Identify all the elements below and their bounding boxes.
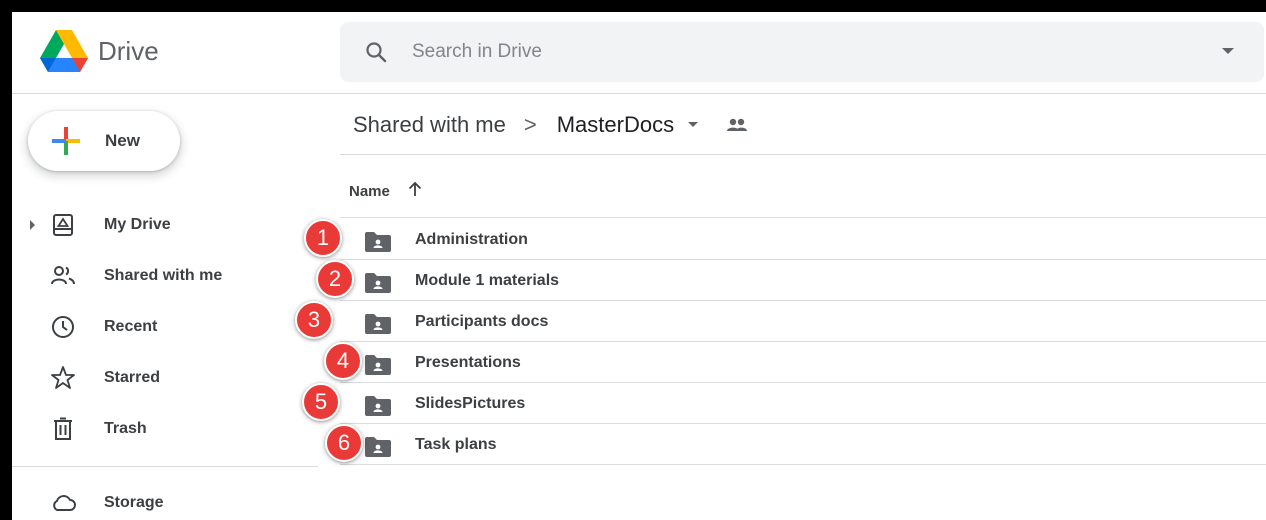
name-column-header[interactable]: Name <box>349 183 390 200</box>
star-icon <box>51 366 75 389</box>
breadcrumb-current-folder[interactable]: MasterDocs <box>557 112 674 138</box>
sidebar-item-label: Storage <box>104 494 164 511</box>
people-icon <box>51 266 75 285</box>
search-input[interactable] <box>412 41 1172 63</box>
folder-name: Presentations <box>415 354 521 371</box>
drive-logo[interactable]: Drive <box>40 30 159 72</box>
sidebar-item-my-drive[interactable]: My Drive <box>12 203 318 247</box>
new-button-label: New <box>105 131 140 150</box>
breadcrumb-parent[interactable]: Shared with me <box>353 112 506 138</box>
sidebar-item-recent[interactable]: Recent <box>12 305 318 349</box>
shared-folder-icon <box>365 273 391 293</box>
folder-row[interactable]: Administration <box>340 219 1266 260</box>
folder-name: Task plans <box>415 436 497 453</box>
drive-logo-icon <box>40 30 88 72</box>
breadcrumb-separator: > <box>523 111 537 137</box>
shared-folder-icon <box>365 232 391 252</box>
clock-icon <box>52 316 74 338</box>
number-badge: 2 <box>316 260 354 298</box>
breadcrumb: Shared with me > MasterDocs <box>340 95 1266 155</box>
plus-icon <box>52 127 80 155</box>
search-bar <box>340 22 1264 82</box>
folder-row[interactable]: SlidesPictures <box>340 383 1266 424</box>
folder-row[interactable]: Module 1 materials <box>340 260 1266 301</box>
shared-folder-icon <box>365 396 391 416</box>
number-badge: 4 <box>324 342 362 380</box>
folder-name: Module 1 materials <box>415 272 560 289</box>
shared-people-icon[interactable] <box>724 115 750 135</box>
sidebar: New My Drive Shared with me Recent Starr… <box>12 95 318 520</box>
trash-icon <box>54 417 72 440</box>
file-list-header: Name <box>340 156 1266 218</box>
number-badge: 6 <box>325 424 363 462</box>
sort-arrow-up-icon[interactable] <box>406 180 424 198</box>
number-badge: 5 <box>302 383 340 421</box>
sidebar-item-shared-with-me[interactable]: Shared with me <box>12 254 318 298</box>
sidebar-item-label: Shared with me <box>104 267 223 284</box>
search-options-dropdown-icon[interactable] <box>1222 48 1234 54</box>
shared-folder-icon <box>365 355 391 375</box>
sidebar-item-trash[interactable]: Trash <box>12 407 318 451</box>
app-name: Drive <box>98 35 159 66</box>
sidebar-item-label: Recent <box>104 318 158 335</box>
sidebar-item-label: Starred <box>104 369 161 386</box>
search-icon[interactable] <box>364 40 388 64</box>
drive-window: Drive New <box>12 12 1266 520</box>
number-badge: 3 <box>295 301 333 339</box>
folder-row[interactable]: Task plans <box>340 424 1266 465</box>
sidebar-item-starred[interactable]: Starred <box>12 356 318 400</box>
folder-row[interactable]: Presentations <box>340 342 1266 383</box>
sidebar-item-label: Trash <box>104 420 147 437</box>
my-drive-icon <box>53 214 73 236</box>
number-badge: 1 <box>304 219 342 257</box>
new-button[interactable]: New <box>28 111 180 171</box>
main-content: Shared with me > MasterDocs Name Adminis… <box>340 95 1266 520</box>
top-bar: Drive <box>12 12 1266 94</box>
shared-folder-icon <box>365 437 391 457</box>
folder-name: Administration <box>415 231 528 248</box>
folder-menu-dropdown-icon[interactable] <box>688 122 699 127</box>
sidebar-divider <box>12 466 318 467</box>
cloud-icon <box>53 495 76 511</box>
sidebar-item-label: My Drive <box>104 216 171 233</box>
expand-caret-icon[interactable] <box>30 220 35 230</box>
folder-name: Participants docs <box>415 313 549 330</box>
folder-row[interactable]: Participants docs <box>340 301 1266 342</box>
shared-folder-icon <box>365 314 391 334</box>
sidebar-item-storage[interactable]: Storage <box>12 481 318 520</box>
folder-name: SlidesPictures <box>415 395 526 412</box>
